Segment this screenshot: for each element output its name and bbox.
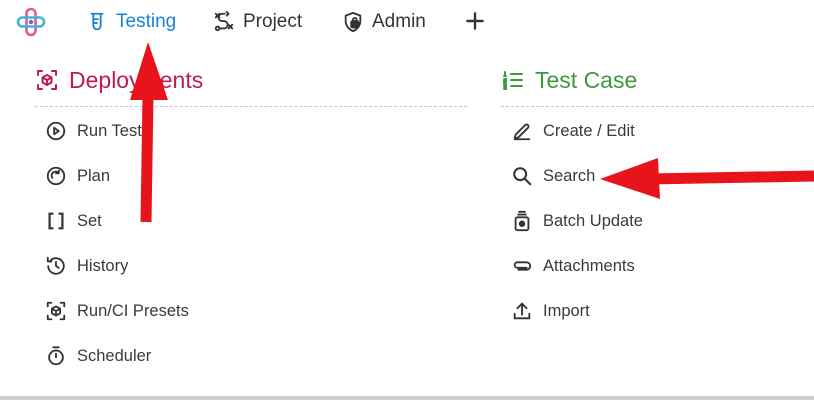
deployments-divider xyxy=(35,106,467,107)
annotation-arrow-left xyxy=(600,158,814,199)
menu-item-label: Run/CI Presets xyxy=(77,301,189,320)
menu-item-attachments[interactable]: Attachments xyxy=(511,253,635,279)
menu-item-label: Plan xyxy=(77,166,111,185)
search-icon xyxy=(513,167,532,186)
cube-frame-icon xyxy=(37,70,57,90)
menu-item-label: Run Tests xyxy=(77,121,151,140)
menu-item-set[interactable]: Set xyxy=(45,208,102,234)
refresh-circle-icon xyxy=(46,166,66,186)
menu-item-run-ci-presets[interactable]: Run/CI Presets xyxy=(45,298,189,324)
batch-icon xyxy=(514,210,530,232)
menu-item-label: Create / Edit xyxy=(543,121,635,140)
deployments-section: Deployments Run Tests Plan Set History R… xyxy=(35,62,467,366)
menu-item-label: Search xyxy=(543,166,596,185)
upload-icon xyxy=(513,302,531,320)
app-logo-icon[interactable] xyxy=(16,7,46,37)
menu-item-label: Set xyxy=(77,211,102,230)
plus-icon[interactable] xyxy=(462,8,488,34)
menu-item-label: Import xyxy=(543,301,590,320)
deployments-title-label: Deployments xyxy=(69,66,204,93)
menu-item-batch-update[interactable]: Batch Update xyxy=(511,208,643,234)
menu-item-import[interactable]: Import xyxy=(511,298,590,324)
page-bottom-border xyxy=(0,396,814,400)
menu-item-label: Scheduler xyxy=(77,346,152,365)
cube-frame-icon xyxy=(46,301,66,321)
menu-item-history[interactable]: History xyxy=(45,253,128,279)
test-case-title-label: Test Case xyxy=(535,66,638,93)
menu-item-scheduler[interactable]: Scheduler xyxy=(45,343,151,369)
route-icon xyxy=(214,11,234,32)
test-case-section: Test Case Create / Edit Search Batch Upd… xyxy=(501,62,814,320)
pencil-icon xyxy=(513,123,531,141)
brackets-icon xyxy=(48,212,64,230)
tab-testing[interactable]: Testing xyxy=(86,10,176,34)
history-icon xyxy=(46,256,65,275)
list-numbered-icon xyxy=(503,71,523,90)
menu-item-label: Attachments xyxy=(543,256,635,275)
tab-project[interactable]: Project xyxy=(213,10,302,34)
play-circle-icon xyxy=(46,121,66,141)
menu-item-create-edit[interactable]: Create / Edit xyxy=(511,118,635,144)
menu-item-search[interactable]: Search xyxy=(511,163,595,189)
menu-item-label: History xyxy=(77,256,129,275)
test-case-divider xyxy=(501,106,814,107)
tab-admin[interactable]: Admin xyxy=(342,10,426,34)
deployments-title: Deployments xyxy=(35,62,467,98)
paperclip-icon xyxy=(513,261,532,271)
top-nav: Testing Project Admin xyxy=(0,0,814,44)
menu-item-run-tests[interactable]: Run Tests xyxy=(45,118,150,144)
flask-icon xyxy=(90,12,104,31)
test-case-title: Test Case xyxy=(501,62,814,98)
tab-project-label: Project xyxy=(243,11,303,32)
menu-item-label: Batch Update xyxy=(543,211,643,230)
tab-admin-label: Admin xyxy=(372,11,426,32)
stopwatch-icon xyxy=(48,346,64,366)
shield-lock-icon xyxy=(344,11,362,33)
menu-item-plan[interactable]: Plan xyxy=(45,163,110,189)
tab-testing-label: Testing xyxy=(116,11,177,32)
